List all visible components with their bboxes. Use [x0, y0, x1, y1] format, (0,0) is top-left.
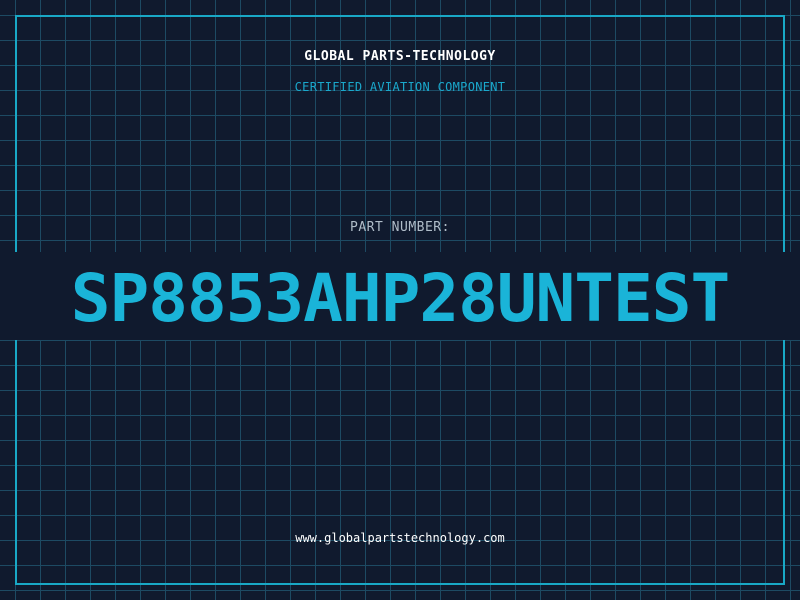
company-name: GLOBAL PARTS-TECHNOLOGY — [304, 49, 496, 64]
part-number-label: PART NUMBER: — [350, 220, 450, 235]
website-url: www.globalpartstechnology.com — [295, 531, 505, 545]
part-number-value: SP8853AHP28UNTEST — [70, 260, 731, 337]
company-tagline: CERTIFIED AVIATION COMPONENT — [294, 80, 506, 94]
